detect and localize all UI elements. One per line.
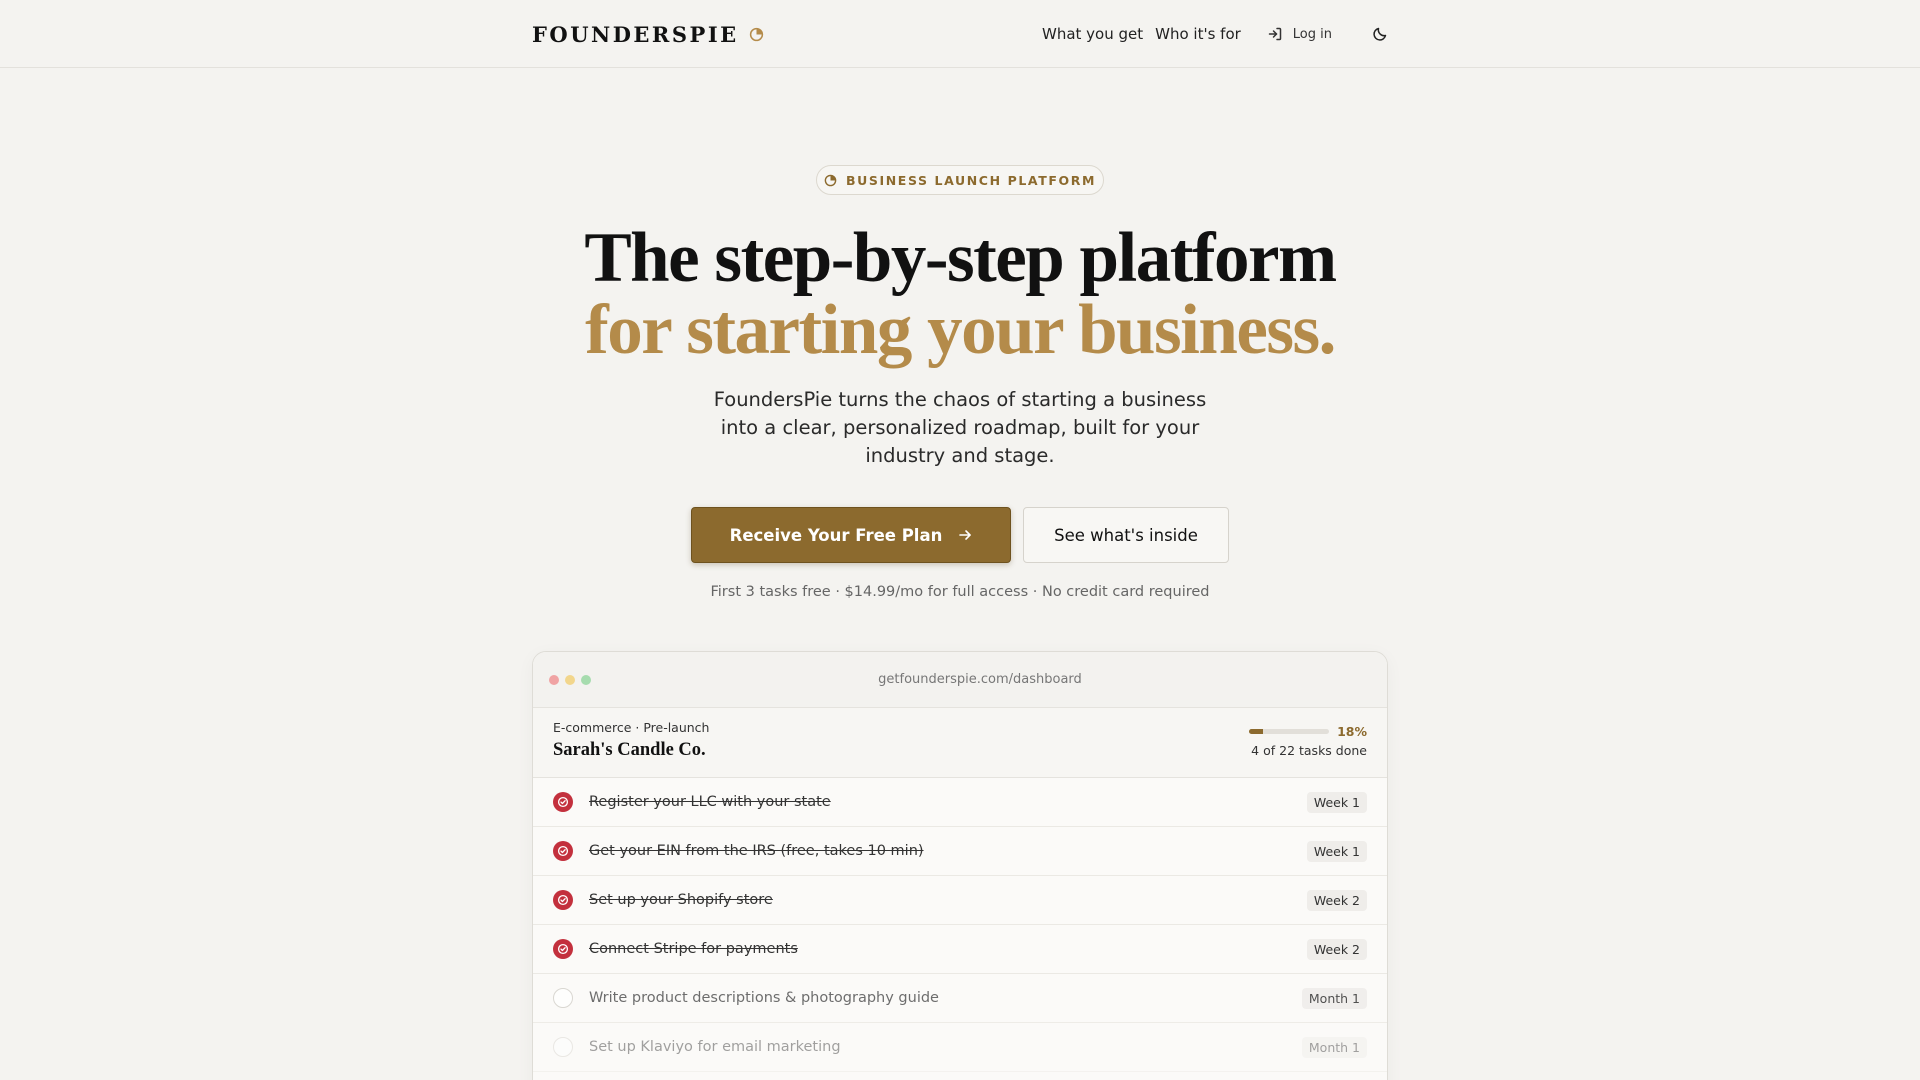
theme-toggle-button[interactable] bbox=[1372, 26, 1388, 42]
login-icon bbox=[1268, 27, 1282, 41]
task-label: Connect Stripe for payments bbox=[589, 941, 798, 957]
dashboard-header: E-commerce · Pre-launch Sarah's Candle C… bbox=[533, 708, 1387, 778]
receive-free-plan-button[interactable]: Receive Your Free Plan bbox=[691, 507, 1011, 563]
check-circle-icon[interactable] bbox=[553, 939, 573, 959]
check-circle-icon[interactable] bbox=[553, 792, 573, 812]
brand-name: FOUNDERSPIE bbox=[532, 21, 739, 47]
task-timing-badge: Month 1 bbox=[1301, 1036, 1367, 1058]
progress-summary: 18% 4 of 22 tasks done bbox=[1249, 724, 1367, 758]
headline-line-1: The step-by-step platform bbox=[584, 219, 1337, 297]
task-row[interactable]: Set up Klaviyo for email marketing Month… bbox=[533, 1023, 1387, 1072]
progress-percent: 18% bbox=[1337, 724, 1367, 739]
hero-headline: The step-by-step platform for starting y… bbox=[0, 222, 1920, 366]
dashboard-preview: getfounderspie.com/dashboard E-commerce … bbox=[532, 651, 1388, 1080]
company-name: Sarah's Candle Co. bbox=[553, 740, 706, 760]
business-meta: E-commerce · Pre-launch bbox=[553, 720, 710, 735]
task-row[interactable]: Get your EIN from the IRS (free, takes 1… bbox=[533, 827, 1387, 876]
see-whats-inside-button[interactable]: See what's inside bbox=[1023, 507, 1229, 563]
top-navbar: FOUNDERSPIE What you get Who it's for Lo… bbox=[0, 0, 1920, 68]
task-label: Set up Klaviyo for email marketing bbox=[589, 1039, 841, 1055]
task-row[interactable]: Register your LLC with your state Week 1 bbox=[533, 778, 1387, 827]
pie-logo-icon bbox=[749, 27, 764, 42]
task-label: Set up your Shopify store bbox=[589, 892, 773, 908]
badge-label: BUSINESS LAUNCH PLATFORM bbox=[846, 172, 1096, 188]
task-timing-badge: Week 1 bbox=[1306, 840, 1367, 862]
moon-icon bbox=[1373, 27, 1387, 41]
task-row[interactable]: Write product descriptions & photography… bbox=[533, 974, 1387, 1023]
nav-who-its-for[interactable]: Who it's for bbox=[1155, 25, 1241, 43]
progress-bar bbox=[1249, 729, 1330, 734]
empty-circle-icon[interactable] bbox=[553, 1037, 573, 1057]
main-nav: What you get Who it's for Log in bbox=[1042, 25, 1388, 43]
hero-subtitle: FoundersPie turns the chaos of starting … bbox=[713, 388, 1207, 467]
cta-primary-label: Receive Your Free Plan bbox=[729, 525, 943, 545]
cta-secondary-label: See what's inside bbox=[1054, 525, 1198, 545]
check-circle-icon[interactable] bbox=[553, 890, 573, 910]
check-circle-icon[interactable] bbox=[553, 841, 573, 861]
task-timing-badge: Week 1 bbox=[1306, 791, 1367, 813]
task-timing-badge: Month 1 bbox=[1301, 987, 1367, 1009]
task-label: Get your EIN from the IRS (free, takes 1… bbox=[589, 843, 924, 859]
pie-badge-icon bbox=[824, 174, 837, 187]
nav-what-you-get[interactable]: What you get bbox=[1042, 25, 1143, 43]
task-label: Register your LLC with your state bbox=[589, 794, 831, 810]
task-timing-badge: Week 2 bbox=[1306, 938, 1367, 960]
navbar-inner: FOUNDERSPIE What you get Who it's for Lo… bbox=[532, 0, 1388, 68]
arrow-right-icon bbox=[959, 530, 972, 540]
task-timing-badge: Week 2 bbox=[1306, 889, 1367, 911]
browser-chrome: getfounderspie.com/dashboard bbox=[533, 652, 1387, 708]
task-list: Register your LLC with your state Week 1… bbox=[533, 778, 1387, 1072]
headline-line-2: for starting your business. bbox=[585, 291, 1336, 369]
task-row[interactable]: Set up your Shopify store Week 2 bbox=[533, 876, 1387, 925]
task-label: Write product descriptions & photography… bbox=[589, 990, 939, 1006]
login-link[interactable]: Log in bbox=[1267, 26, 1332, 42]
pricing-fineprint: First 3 tasks free · $14.99/mo for full … bbox=[710, 584, 1210, 600]
progress-bar-fill bbox=[1249, 729, 1264, 734]
login-label: Log in bbox=[1292, 26, 1332, 42]
empty-circle-icon[interactable] bbox=[553, 988, 573, 1008]
logo[interactable]: FOUNDERSPIE bbox=[532, 22, 764, 47]
tasks-done-count: 4 of 22 tasks done bbox=[1251, 743, 1367, 758]
hero-badge: BUSINESS LAUNCH PLATFORM bbox=[816, 165, 1104, 195]
url-bar: getfounderspie.com/dashboard bbox=[878, 672, 1082, 687]
task-row[interactable]: Connect Stripe for payments Week 2 bbox=[533, 925, 1387, 974]
